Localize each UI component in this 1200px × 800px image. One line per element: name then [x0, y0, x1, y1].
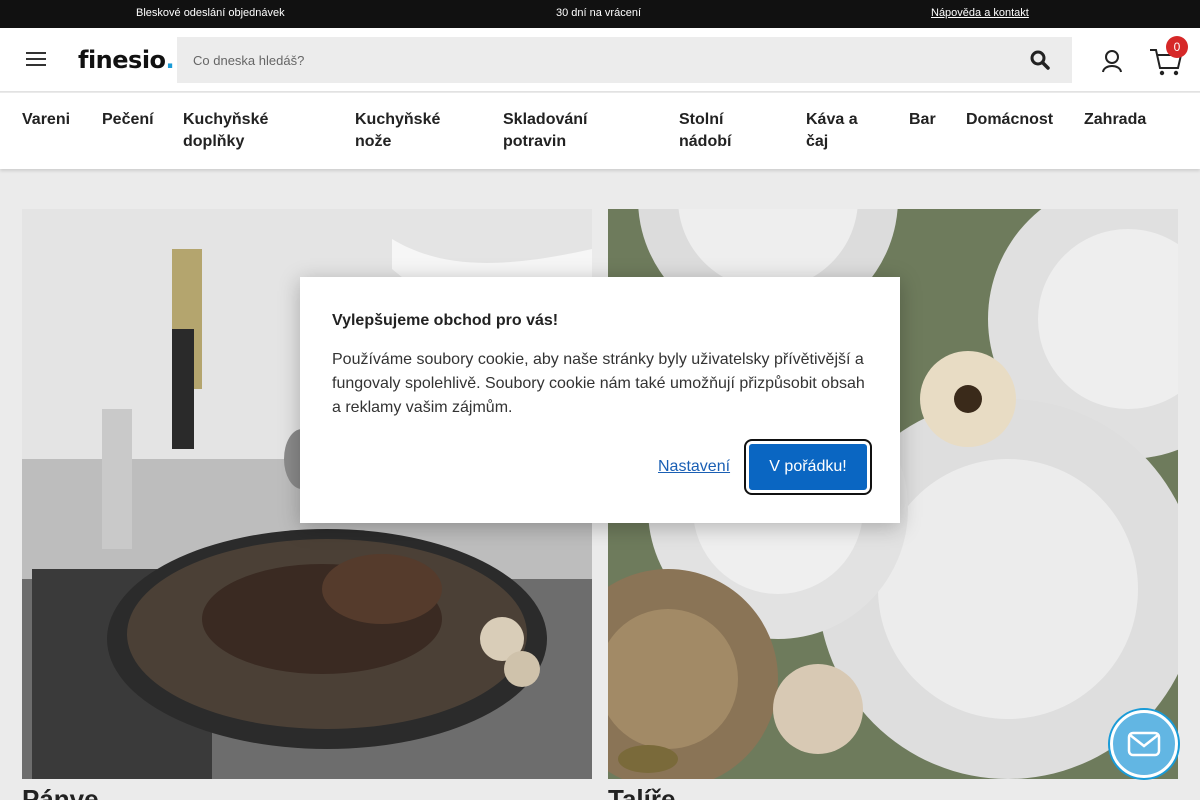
nav-item-kuchynske-noze[interactable]: Kuchyňské nože: [355, 109, 455, 153]
search-bar: [177, 37, 1072, 83]
site-header: finesio.: [0, 28, 1200, 92]
nav-item-zahrada[interactable]: Zahrada: [1084, 109, 1174, 131]
chat-button[interactable]: [1110, 710, 1178, 778]
nav-item-kuchynske-doplnky[interactable]: Kuchyňské doplňky: [183, 109, 293, 153]
cookie-dialog-title: Vylepšujeme obchod pro vás!: [332, 312, 559, 329]
search-input[interactable]: [177, 37, 1017, 83]
nav-item-peceni[interactable]: Pečení: [102, 109, 172, 131]
nav-item-bar[interactable]: Bar: [909, 109, 949, 131]
user-account-icon[interactable]: [1100, 49, 1124, 73]
category-card-plates-label[interactable]: Talíře: [608, 786, 808, 800]
help-contact-link[interactable]: Nápověda a kontakt: [931, 7, 1029, 19]
menu-icon[interactable]: [26, 52, 46, 66]
cookie-consent-dialog: Vylepšujeme obchod pro vás! Používáme so…: [300, 277, 900, 523]
cookie-dialog-text: Používáme soubory cookie, aby naše strán…: [332, 351, 865, 416]
logo[interactable]: finesio.: [78, 46, 175, 74]
top-info-bar: Bleskové odeslání objednávek 30 dní na v…: [0, 0, 1200, 28]
search-icon[interactable]: [1030, 50, 1050, 70]
nav-item-domacnost[interactable]: Domácnost: [966, 109, 1066, 131]
nav-item-skladovani-potravin[interactable]: Skladování potravin: [503, 109, 603, 153]
nav-item-kava-a-caj[interactable]: Káva a čaj: [806, 109, 876, 153]
nav-item-vareni[interactable]: Vareni: [22, 109, 92, 131]
shipping-note: Bleskové odeslání objednávek: [136, 7, 285, 19]
category-card-pans-label[interactable]: Pánve: [22, 786, 222, 800]
cookie-accept-button[interactable]: V pořádku!: [744, 439, 872, 495]
cookie-settings-link[interactable]: Nastavení: [658, 458, 730, 476]
mail-icon: [1127, 731, 1161, 757]
cart-count-badge: 0: [1166, 36, 1188, 58]
returns-note: 30 dní na vrácení: [556, 7, 642, 19]
nav-item-stolni-nadobi[interactable]: Stolní nádobí: [679, 109, 749, 153]
category-nav: Vareni Pečení Kuchyňské doplňky Kuchyňsk…: [0, 93, 1200, 169]
